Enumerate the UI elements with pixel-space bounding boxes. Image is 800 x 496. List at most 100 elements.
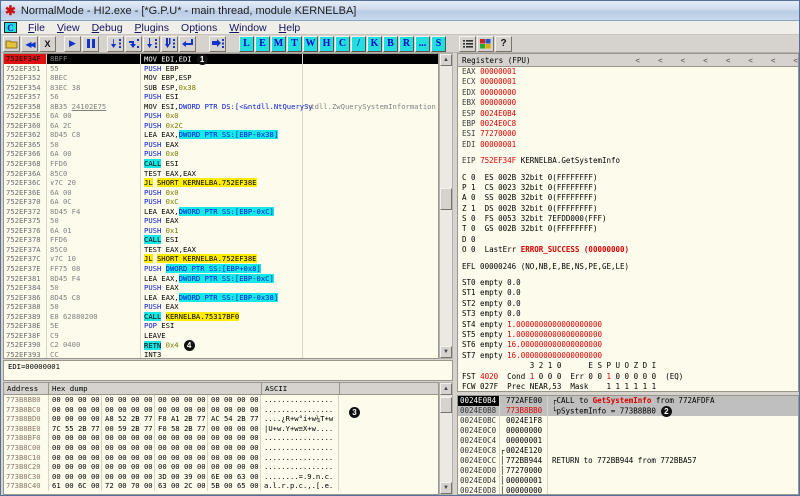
- register-row[interactable]: ST7 empty 16.000000000000000000: [458, 351, 798, 361]
- runtrace-window-button[interactable]: ...: [415, 36, 430, 52]
- scroll-thumb[interactable]: [440, 188, 452, 210]
- menu-item-view[interactable]: View: [51, 22, 86, 34]
- register-row[interactable]: O 0 LastErr ERROR_SUCCESS (00000000): [458, 245, 798, 255]
- registers-pane[interactable]: Registers (FPU) <<<<<<<< EAX 00000001ECX…: [457, 53, 799, 392]
- appearance-button[interactable]: [477, 36, 494, 52]
- scroll-down-icon[interactable]: ▼: [440, 346, 452, 358]
- dump-scrollbar[interactable]: ▲ ▼: [439, 382, 453, 495]
- register-row[interactable]: ESP 0024E0B4: [458, 109, 798, 119]
- scroll-thumb[interactable]: [440, 397, 452, 413]
- source-window-button[interactable]: S: [431, 36, 446, 52]
- menu-item-debug[interactable]: Debug: [86, 22, 129, 34]
- windows-window-button[interactable]: W: [303, 36, 318, 52]
- disasm-row[interactable]: 752EF3528BECMOV EBP,ESP: [4, 73, 438, 83]
- register-row[interactable]: Z 1 DS 002B 32bit 0(FFFFFFFF): [458, 204, 798, 214]
- disasm-row[interactable]: 752EF3818D45 F4LEA EAX,DWORD PTR SS:[EBP…: [4, 274, 438, 284]
- register-row[interactable]: ST5 empty 1.0000000000000000000: [458, 330, 798, 340]
- stack-row[interactable]: 0024E0D4│00000001: [458, 476, 798, 486]
- step-into-button[interactable]: [107, 36, 124, 52]
- column-chevron-icon[interactable]: <: [635, 56, 640, 65]
- register-row[interactable]: ESI 77270000: [458, 129, 798, 139]
- dump-row[interactable]: 773B8BB000 00 00 0000 00 00 0000 00 00 0…: [4, 395, 438, 405]
- stack-row[interactable]: 0024E0BC0024E1F8: [458, 416, 798, 426]
- step-over-button[interactable]: [125, 36, 142, 52]
- register-row[interactable]: T 0 GS 002B 32bit 0(FFFFFFFF): [458, 224, 798, 234]
- stack-row[interactable]: 0024E0B4772AFE00┌CALL to GetSystemInfo f…: [458, 396, 798, 406]
- dump-row[interactable]: 773B8BC000 00 00 0000 00 00 0000 00 00 0…: [4, 405, 438, 415]
- pause-button[interactable]: [82, 36, 99, 52]
- column-chevron-icon[interactable]: <: [771, 56, 776, 65]
- disasm-row[interactable]: 752EF37EFF75 08PUSH DWORD PTR SS:[EBP+0x…: [4, 264, 438, 274]
- dump-row[interactable]: 773B8BE07C 55 2B 7700 59 2B 77F0 58 2B 7…: [4, 424, 438, 434]
- menu-item-options[interactable]: Options: [175, 22, 223, 34]
- disasm-row[interactable]: 752EF3588B35 24102E75MOV ESI,DWORD PTR D…: [4, 102, 438, 112]
- disasm-row[interactable]: 752EF390C2 0400RETN 0x44: [4, 340, 438, 350]
- disasm-row[interactable]: 752EF37550PUSH EAX: [4, 216, 438, 226]
- registers-header[interactable]: Registers (FPU) <<<<<<<<: [458, 54, 798, 67]
- cpu-window-button[interactable]: C: [335, 36, 350, 52]
- disasm-row[interactable]: 752EF34F8BFFMOV EDI,EDI1: [4, 54, 438, 64]
- column-chevron-icon[interactable]: <: [726, 56, 731, 65]
- disassembly-scrollbar[interactable]: ▲ ▼: [439, 53, 453, 359]
- disasm-row[interactable]: 752EF36550PUSH EAX: [4, 140, 438, 150]
- disasm-row[interactable]: 752EF37C∨7C 10JL SHORT KERNELBA.752EF38E: [4, 254, 438, 264]
- disasm-row[interactable]: 752EF38E5EPOP ESI: [4, 321, 438, 331]
- menu-item-help[interactable]: Help: [273, 22, 307, 34]
- register-row[interactable]: EDI 00000001: [458, 140, 798, 150]
- register-row[interactable]: EBP 0024E0C8: [458, 119, 798, 129]
- disasm-row[interactable]: 752EF3868D45 C8LEA EAX,DWORD PTR SS:[EBP…: [4, 293, 438, 303]
- register-row[interactable]: EBX 00000000: [458, 98, 798, 108]
- dump-header-address[interactable]: Address: [4, 383, 49, 394]
- threads-window-button[interactable]: T: [287, 36, 302, 52]
- column-chevron-icon[interactable]: <: [793, 56, 798, 65]
- register-row[interactable]: C 0 ES 002B 32bit 0(FFFFFFFF): [458, 173, 798, 183]
- column-chevron-icon[interactable]: <: [681, 56, 686, 65]
- restart-button[interactable]: ◀◀: [21, 36, 38, 52]
- stack-row[interactable]: 0024E0D0│77270000: [458, 466, 798, 476]
- disasm-row[interactable]: 752EF3628D45 C8LEA EAX,DWORD PTR SS:[EBP…: [4, 130, 438, 140]
- register-row[interactable]: EIP 752EF34F KERNELBA.GetSystemInfo: [458, 156, 798, 166]
- memory-window-button[interactable]: M: [271, 36, 286, 52]
- executables-window-button[interactable]: E: [255, 36, 270, 52]
- scroll-down-icon[interactable]: ▼: [440, 482, 452, 494]
- menu-item-plugins[interactable]: Plugins: [129, 22, 175, 34]
- register-row[interactable]: ECX 00000001: [458, 77, 798, 87]
- close-button[interactable]: X: [39, 36, 56, 52]
- breakpoints-window-button[interactable]: B: [383, 36, 398, 52]
- dump-header-hex[interactable]: Hex dump: [49, 383, 262, 394]
- disasm-row[interactable]: 752EF35155PUSH EBP: [4, 64, 438, 74]
- dump-row[interactable]: 773B8C2000 00 00 0000 00 00 0000 00 00 0…: [4, 462, 438, 472]
- disasm-row[interactable]: 752EF37A85C0TEST EAX,EAX: [4, 245, 438, 255]
- register-row[interactable]: S 0 FS 0053 32bit 7EFDD000(FFF): [458, 214, 798, 224]
- disasm-row[interactable]: 752EF38FC9LEAVE: [4, 331, 438, 341]
- execute-till-user-button[interactable]: [209, 36, 226, 52]
- menu-item-window[interactable]: Window: [223, 22, 272, 34]
- stack-row[interactable]: 0024E0D8│00000000: [458, 486, 798, 495]
- stack-row[interactable]: 0024E0C000000000: [458, 426, 798, 436]
- register-row[interactable]: EFL 00000246 (NO,NB,E,BE,NS,PE,GE,LE): [458, 262, 798, 272]
- help-button[interactable]: ?: [495, 36, 512, 52]
- disasm-row[interactable]: 752EF35483EC 38SUB ESP,0x38: [4, 83, 438, 93]
- register-row[interactable]: ST3 empty 0.0: [458, 309, 798, 319]
- windows-list-button[interactable]: [459, 36, 476, 52]
- register-row[interactable]: ST6 empty 16.000000000000000000: [458, 340, 798, 350]
- stack-row[interactable]: 0024E0CC│772BB944RETURN to 772BB944 from…: [458, 456, 798, 466]
- open-file-button[interactable]: [3, 36, 20, 52]
- dump-row[interactable]: 773B8BF000 00 00 0000 00 00 0000 00 00 0…: [4, 433, 438, 443]
- callstack-window-button[interactable]: K: [367, 36, 382, 52]
- disasm-row[interactable]: 752EF35E6A 00PUSH 0x0: [4, 111, 438, 121]
- title-bar[interactable]: ✱ NormalMode - HI2.exe - [*G.P.U* - main…: [1, 1, 799, 21]
- dump-row[interactable]: 773B8C3000 00 00 0000 00 00 003D 00 39 0…: [4, 472, 438, 482]
- disasm-row[interactable]: 752EF3728D45 F4LEA EAX,DWORD PTR SS:[EBP…: [4, 207, 438, 217]
- stack-row[interactable]: 0024E0C400000001: [458, 436, 798, 446]
- menu-item-file[interactable]: File: [22, 22, 51, 34]
- scroll-up-icon[interactable]: ▲: [440, 54, 452, 66]
- register-row[interactable]: 3 2 1 0 E S P U O Z D I: [458, 361, 798, 371]
- animate-over-button[interactable]: [161, 36, 178, 52]
- register-row[interactable]: P 1 CS 0023 32bit 0(FFFFFFFF): [458, 183, 798, 193]
- dump-row[interactable]: 773B8C4061 00 6C 0072 00 70 0063 00 2C 0…: [4, 481, 438, 491]
- disasm-row[interactable]: 752EF3706A 0CPUSH 0xC: [4, 197, 438, 207]
- disasm-row[interactable]: 752EF38850PUSH EAX: [4, 302, 438, 312]
- handles-window-button[interactable]: H: [319, 36, 334, 52]
- register-row[interactable]: EDX 00000000: [458, 88, 798, 98]
